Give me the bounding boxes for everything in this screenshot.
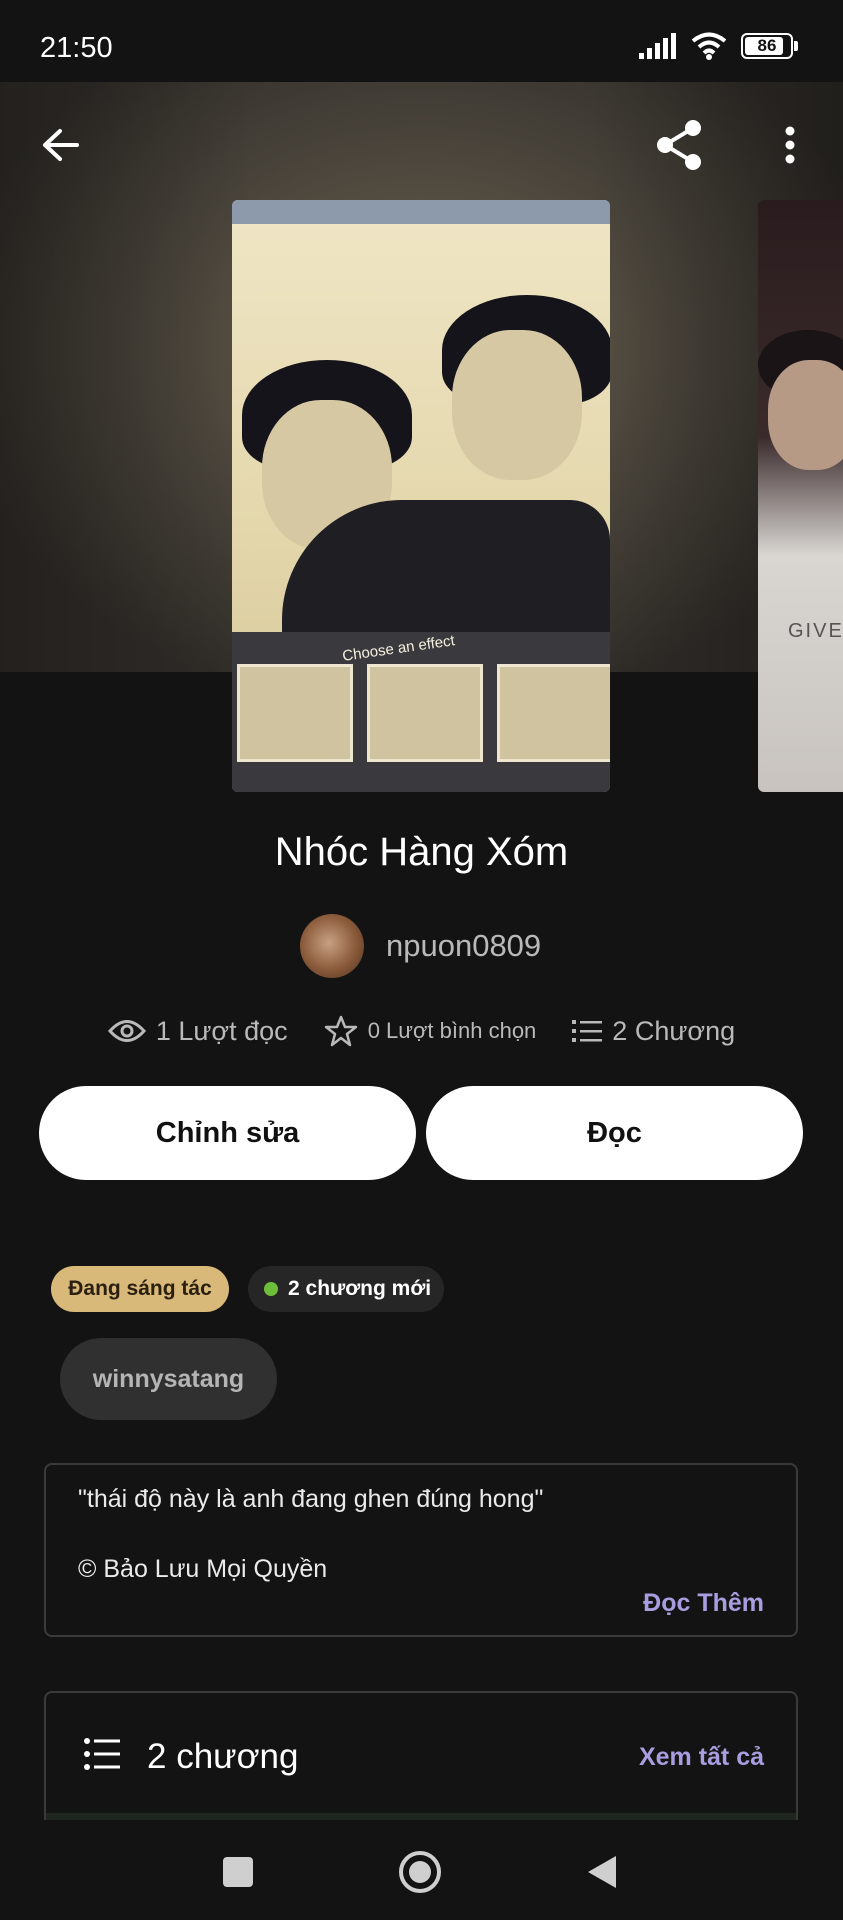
votes-count: 0 Lượt bình chọn <box>367 1018 537 1043</box>
new-chapters-label: 2 chương mới <box>288 1277 432 1300</box>
cover-face-right <box>452 330 582 480</box>
story-title: Nhóc Hàng Xóm <box>274 830 569 874</box>
more-vertical-icon <box>785 126 795 164</box>
tag-chip[interactable]: winnysatang <box>60 1338 277 1420</box>
chapters-count: 2 Chương <box>612 1015 736 1046</box>
status-bar: 21:50 86 <box>0 0 843 82</box>
description-copyright: © Bảo Lưu Mọi Quyền <box>78 1555 328 1583</box>
reads-count: 1 Lượt đọc <box>155 1015 288 1046</box>
chapters-section: 2 chương Xem tất cả <box>44 1691 798 1821</box>
recent-apps-button[interactable] <box>208 1842 268 1902</box>
description-box: "thái độ này là anh đang ghen đúng hong"… <box>44 1463 798 1637</box>
back-nav-button[interactable] <box>572 1842 632 1902</box>
system-nav-bar <box>0 1820 843 1920</box>
back-button[interactable] <box>30 115 90 175</box>
square-icon <box>223 1857 253 1887</box>
read-more-link[interactable]: Đọc Thêm <box>643 1589 764 1618</box>
battery-level: 86 <box>757 36 777 55</box>
description-quote: "thái độ này là anh đang ghen đúng hong" <box>78 1485 544 1513</box>
see-all-link[interactable]: Xem tất cả <box>639 1743 764 1772</box>
triangle-back-icon <box>588 1856 616 1888</box>
author-link[interactable]: npuon0809 <box>300 914 541 978</box>
star-icon <box>324 1015 357 1047</box>
chapters-title: 2 chương <box>147 1737 299 1776</box>
stat-reads: 1 Lượt đọc <box>107 1015 288 1047</box>
home-circle-icon <box>399 1851 441 1893</box>
arrow-left-icon <box>43 129 79 161</box>
more-options-button[interactable] <box>760 115 820 175</box>
story-cover-image[interactable]: Choose an effect <box>232 200 610 792</box>
author-name: npuon0809 <box>386 928 542 963</box>
cover-thumb-2 <box>367 664 483 762</box>
new-chapters-badge: 2 chương mới <box>248 1266 444 1312</box>
side-cover-face <box>768 360 843 470</box>
share-button[interactable] <box>650 115 710 175</box>
chapter-list-icon <box>84 1738 120 1770</box>
status-time: 21:50 <box>40 32 113 64</box>
eye-icon <box>107 1020 146 1042</box>
cover-banner <box>232 200 610 224</box>
cover-thumb-1 <box>237 664 353 762</box>
cover-thumb-3 <box>497 664 610 762</box>
side-cover-text: GIVE <box>788 620 843 642</box>
author-avatar <box>300 914 364 978</box>
share-icon <box>657 120 701 170</box>
list-icon <box>572 1020 603 1042</box>
home-button[interactable] <box>390 1842 450 1902</box>
story-stats: 1 Lượt đọc 0 Lượt bình chọn 2 Chương <box>0 1014 843 1048</box>
edit-button[interactable]: Chỉnh sửa <box>39 1086 416 1180</box>
new-dot-icon <box>264 1282 278 1296</box>
stat-chapters: 2 Chương <box>572 1016 735 1047</box>
next-story-cover[interactable]: GIVE <box>758 200 843 792</box>
battery-icon: 86 <box>741 33 798 59</box>
stat-votes: 0 Lượt bình chọn <box>324 1014 537 1048</box>
status-icons: 86 <box>639 32 798 60</box>
read-button[interactable]: Đọc <box>426 1086 803 1180</box>
status-badge: Đang sáng tác <box>51 1266 229 1312</box>
wifi-icon <box>691 32 727 60</box>
signal-icon <box>639 33 676 59</box>
